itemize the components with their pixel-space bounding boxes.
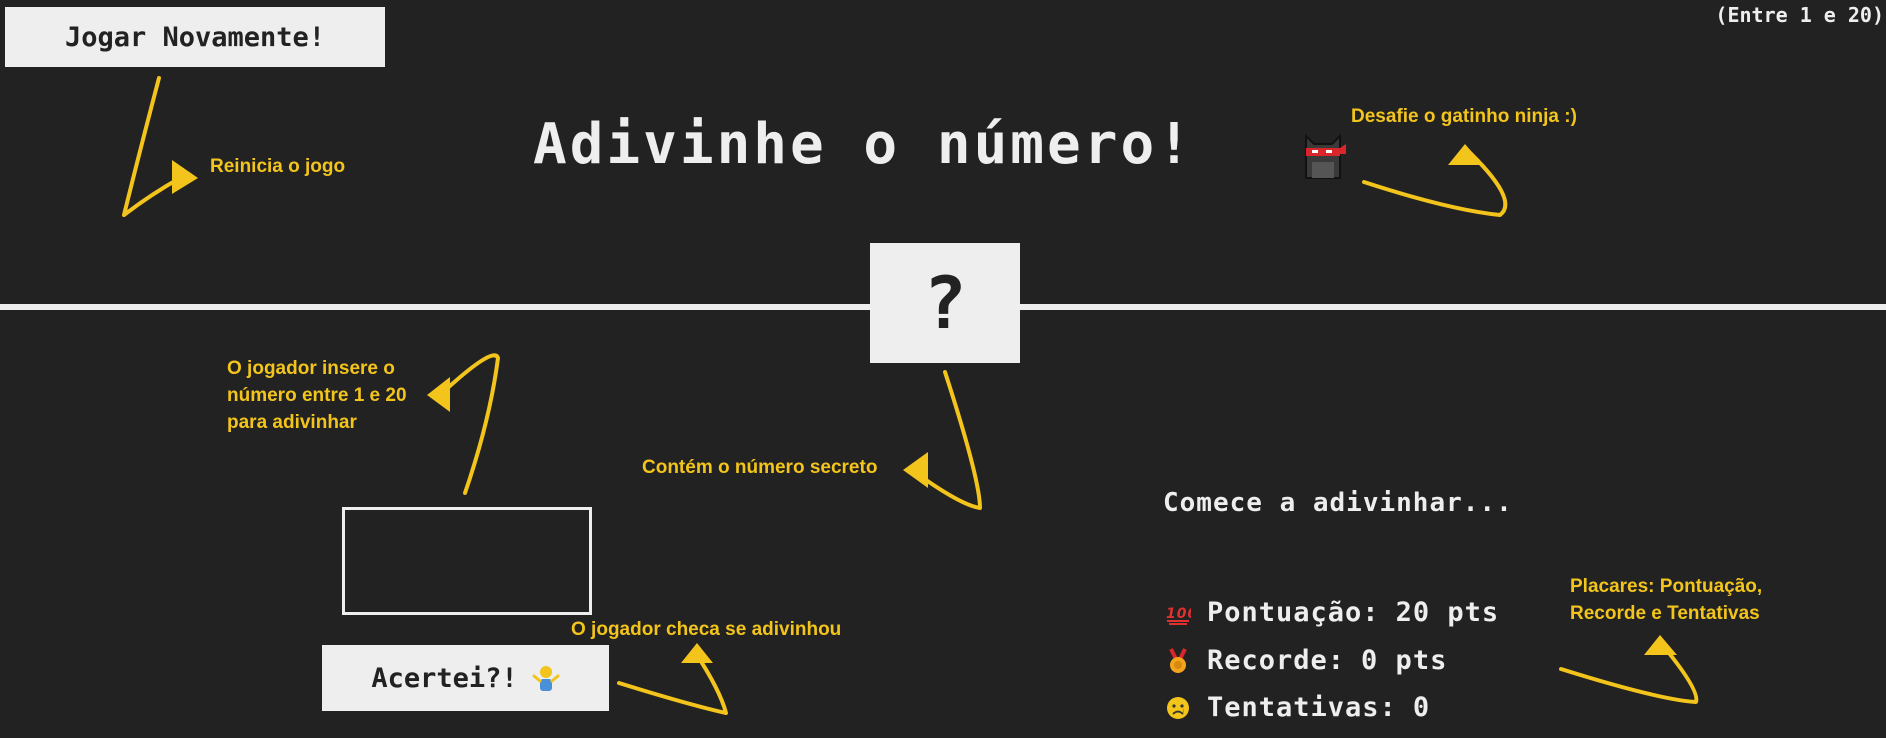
arrow-ninja — [1362, 146, 1508, 217]
arrow-secret — [910, 370, 982, 510]
annotation-arrows — [122, 76, 1699, 715]
arrow-stats — [1559, 640, 1699, 704]
arrow-input — [438, 353, 500, 495]
arrow-restart — [122, 76, 182, 217]
